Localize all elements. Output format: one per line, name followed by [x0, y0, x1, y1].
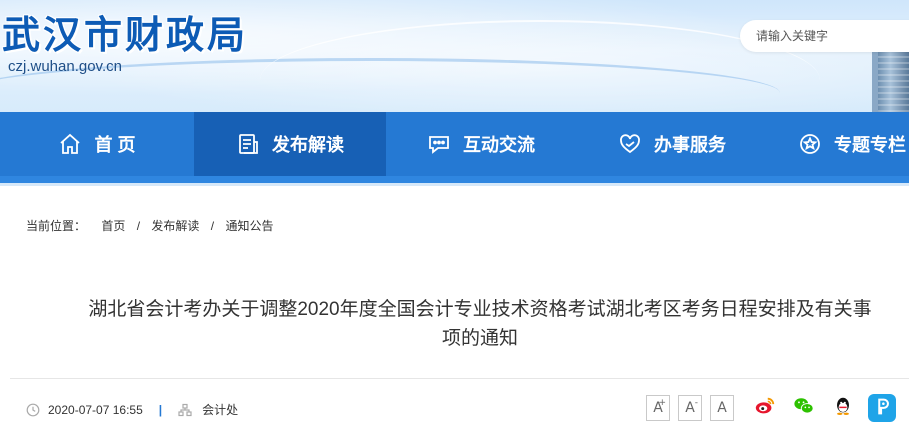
publish-date: 2020-07-07 16:55 [48, 402, 143, 417]
nav-item-service[interactable]: 办事服务 [576, 112, 768, 176]
star-circle-icon [798, 132, 822, 156]
article-title-line2: 项的通知 [441, 328, 518, 349]
nav-item-label: 发布解读 [272, 135, 344, 155]
nav-item-label: 互动交流 [463, 135, 535, 155]
nav-item-label: 首 页 [94, 135, 136, 155]
font-size-controls: A + A- A [646, 395, 742, 421]
breadcrumb: 当前位置： 首页 / 发布解读 / 通知公告 [26, 217, 273, 234]
nav-item-label: 专题专栏 [834, 135, 906, 155]
site-title[interactable]: 武汉市财政局 [2, 4, 248, 59]
header-banner: 武汉市财政局 czj.wuhan.gov.cn [0, 0, 909, 112]
font-button-sup: + [658, 398, 666, 408]
share-weibo-button[interactable] [751, 394, 779, 422]
nav-item-home[interactable]: 首 页 [0, 112, 194, 176]
qq-icon [832, 395, 854, 422]
nav-item-label: 办事服务 [654, 135, 726, 155]
nav-underline-light [0, 183, 909, 186]
chat-icon [427, 132, 451, 156]
wechat-icon [793, 395, 815, 422]
nav-item-interaction[interactable]: 互动交流 [386, 112, 576, 176]
document-icon [236, 132, 260, 156]
clock-icon [26, 403, 40, 417]
qzone-icon [871, 395, 893, 422]
breadcrumb-separator: / [210, 219, 215, 233]
search-input[interactable] [740, 20, 900, 52]
font-decrease-button[interactable]: A- [678, 395, 702, 421]
nav-item-publish[interactable]: 发布解读 [194, 112, 386, 176]
nav-item-topics[interactable]: 专题专栏 [768, 112, 909, 176]
article-meta: 2020-07-07 16:55 | 会计处 [26, 401, 238, 418]
organization-icon [178, 403, 192, 417]
breadcrumb-label: 当前位置： [26, 219, 87, 233]
font-increase-button[interactable]: A + [646, 395, 670, 421]
heart-hands-icon [618, 132, 642, 156]
font-button-sup: - [694, 398, 698, 408]
home-icon [58, 132, 82, 156]
title-divider [10, 378, 909, 379]
weibo-icon [754, 395, 776, 422]
share-qq-button[interactable] [829, 394, 857, 422]
article-panel: 当前位置： 首页 / 发布解读 / 通知公告 湖北省会计考办关于调整2020年度… [10, 190, 909, 431]
article-title-line1: 湖北省会计考办关于调整2020年度全国会计专业技术资格考试湖北考区考务日程安排及… [88, 299, 872, 320]
search-box [740, 20, 909, 52]
breadcrumb-link-notice[interactable]: 通知公告 [225, 217, 273, 234]
article-title: 湖北省会计考办关于调整2020年度全国会计专业技术资格考试湖北考区考务日程安排及… [70, 295, 890, 353]
font-reset-button[interactable]: A [710, 395, 734, 421]
font-button-label: A [685, 400, 695, 416]
share-bar [751, 394, 907, 422]
font-button-label: A [717, 400, 727, 416]
share-qzone-button[interactable] [868, 394, 896, 422]
breadcrumb-link-publish[interactable]: 发布解读 [151, 217, 199, 234]
main-nav: 首 页 发布解读 互动交流 办事服务 专题专栏 [0, 112, 909, 176]
site-domain: czj.wuhan.gov.cn [8, 58, 122, 75]
share-wechat-button[interactable] [790, 394, 818, 422]
breadcrumb-link-home[interactable]: 首页 [101, 217, 125, 234]
publisher: 会计处 [202, 403, 239, 417]
meta-separator: | [158, 402, 163, 417]
breadcrumb-separator: / [136, 219, 141, 233]
